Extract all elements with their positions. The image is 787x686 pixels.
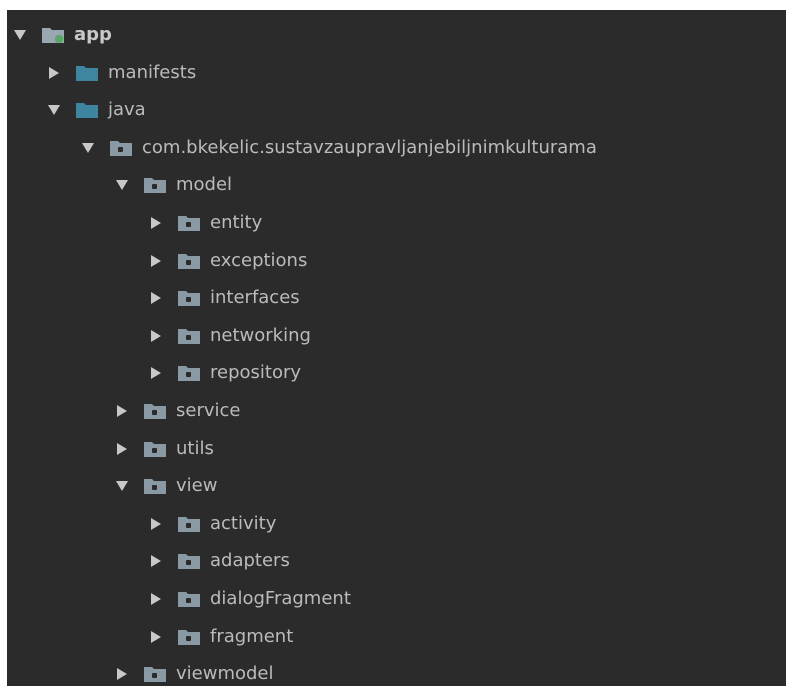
package-folder-icon xyxy=(177,289,201,307)
tree-node-view[interactable]: view xyxy=(7,467,786,505)
expanded-arrow-icon[interactable] xyxy=(115,478,129,494)
tree-node-app[interactable]: app xyxy=(7,16,786,54)
expanded-arrow-icon[interactable] xyxy=(115,177,129,193)
module-folder-icon xyxy=(41,26,65,44)
collapsed-arrow-icon[interactable] xyxy=(149,591,163,607)
package-folder-icon xyxy=(177,628,201,646)
tree-node-label: viewmodel xyxy=(176,663,274,685)
tree-node-label: adapters xyxy=(210,550,290,572)
tree-node-label: app xyxy=(74,24,112,45)
expanded-arrow-icon[interactable] xyxy=(47,102,61,118)
tree-node-label: activity xyxy=(210,512,277,534)
tree-node-label: manifests xyxy=(108,61,197,83)
tree-node-repository[interactable]: repository xyxy=(7,354,786,392)
package-folder-icon xyxy=(143,402,167,420)
package-folder-icon xyxy=(177,327,201,345)
source-folder-icon xyxy=(75,101,99,119)
package-folder-icon xyxy=(143,440,167,458)
package-folder-icon xyxy=(177,214,201,232)
package-folder-icon xyxy=(143,176,167,194)
tree-node-viewmodel[interactable]: viewmodel xyxy=(7,655,786,686)
package-folder-icon xyxy=(143,665,167,683)
package-folder-icon xyxy=(177,364,201,382)
collapsed-arrow-icon[interactable] xyxy=(47,65,61,81)
package-folder-icon xyxy=(143,477,167,495)
tree-node-label: repository xyxy=(210,362,302,384)
tree-node-label: view xyxy=(176,475,218,497)
collapsed-arrow-icon[interactable] xyxy=(115,441,129,457)
tree-node-model[interactable]: model xyxy=(7,166,786,204)
tree-node-java[interactable]: java xyxy=(7,91,786,129)
tree-node-label: exceptions xyxy=(210,249,308,271)
tree-node-label: networking xyxy=(210,324,311,346)
tree-node-label: model xyxy=(176,174,233,196)
tree-node-com-bkekelic-sustavzaupravljanjebiljnimkulturama[interactable]: com.bkekelic.sustavzaupravljanjebiljnimk… xyxy=(7,129,786,167)
collapsed-arrow-icon[interactable] xyxy=(149,516,163,532)
package-folder-icon xyxy=(177,515,201,533)
tree-node-manifests[interactable]: manifests xyxy=(7,54,786,92)
tree-node-service[interactable]: service xyxy=(7,392,786,430)
source-folder-icon xyxy=(75,64,99,82)
package-folder-icon xyxy=(177,252,201,270)
tree-node-label: service xyxy=(176,400,241,421)
collapsed-arrow-icon[interactable] xyxy=(149,215,163,231)
collapsed-arrow-icon[interactable] xyxy=(115,403,129,419)
tree-node-exceptions[interactable]: exceptions xyxy=(7,242,786,280)
tree-node-fragment[interactable]: fragment xyxy=(7,618,786,656)
tree-node-utils[interactable]: utils xyxy=(7,430,786,468)
package-folder-icon xyxy=(177,590,201,608)
collapsed-arrow-icon[interactable] xyxy=(149,365,163,381)
package-folder-icon xyxy=(109,139,133,157)
tree-node-adapters[interactable]: adapters xyxy=(7,542,786,580)
tree-node-entity[interactable]: entity xyxy=(7,204,786,242)
project-tree-panel: app manifests java com.bkekelic.sustavzaupr… xyxy=(7,10,786,686)
tree-node-label: entity xyxy=(210,212,263,233)
tree-node-label: utils xyxy=(176,437,214,459)
collapsed-arrow-icon[interactable] xyxy=(149,253,163,269)
collapsed-arrow-icon[interactable] xyxy=(149,290,163,306)
collapsed-arrow-icon[interactable] xyxy=(149,629,163,645)
expanded-arrow-icon[interactable] xyxy=(81,140,95,156)
tree-node-label: java xyxy=(108,99,146,121)
tree-node-interfaces[interactable]: interfaces xyxy=(7,279,786,317)
collapsed-arrow-icon[interactable] xyxy=(115,666,129,682)
tree-node-networking[interactable]: networking xyxy=(7,317,786,355)
tree-node-label: fragment xyxy=(210,625,294,647)
tree-node-label: dialogFragment xyxy=(210,588,351,609)
collapsed-arrow-icon[interactable] xyxy=(149,328,163,344)
tree-node-dialogfragment[interactable]: dialogFragment xyxy=(7,580,786,618)
tree-node-label: com.bkekelic.sustavzaupravljanjebiljnimk… xyxy=(142,136,597,158)
collapsed-arrow-icon[interactable] xyxy=(149,553,163,569)
expanded-arrow-icon[interactable] xyxy=(13,27,27,43)
package-folder-icon xyxy=(177,552,201,570)
tree-node-label: interfaces xyxy=(210,287,300,309)
tree-node-activity[interactable]: activity xyxy=(7,505,786,543)
